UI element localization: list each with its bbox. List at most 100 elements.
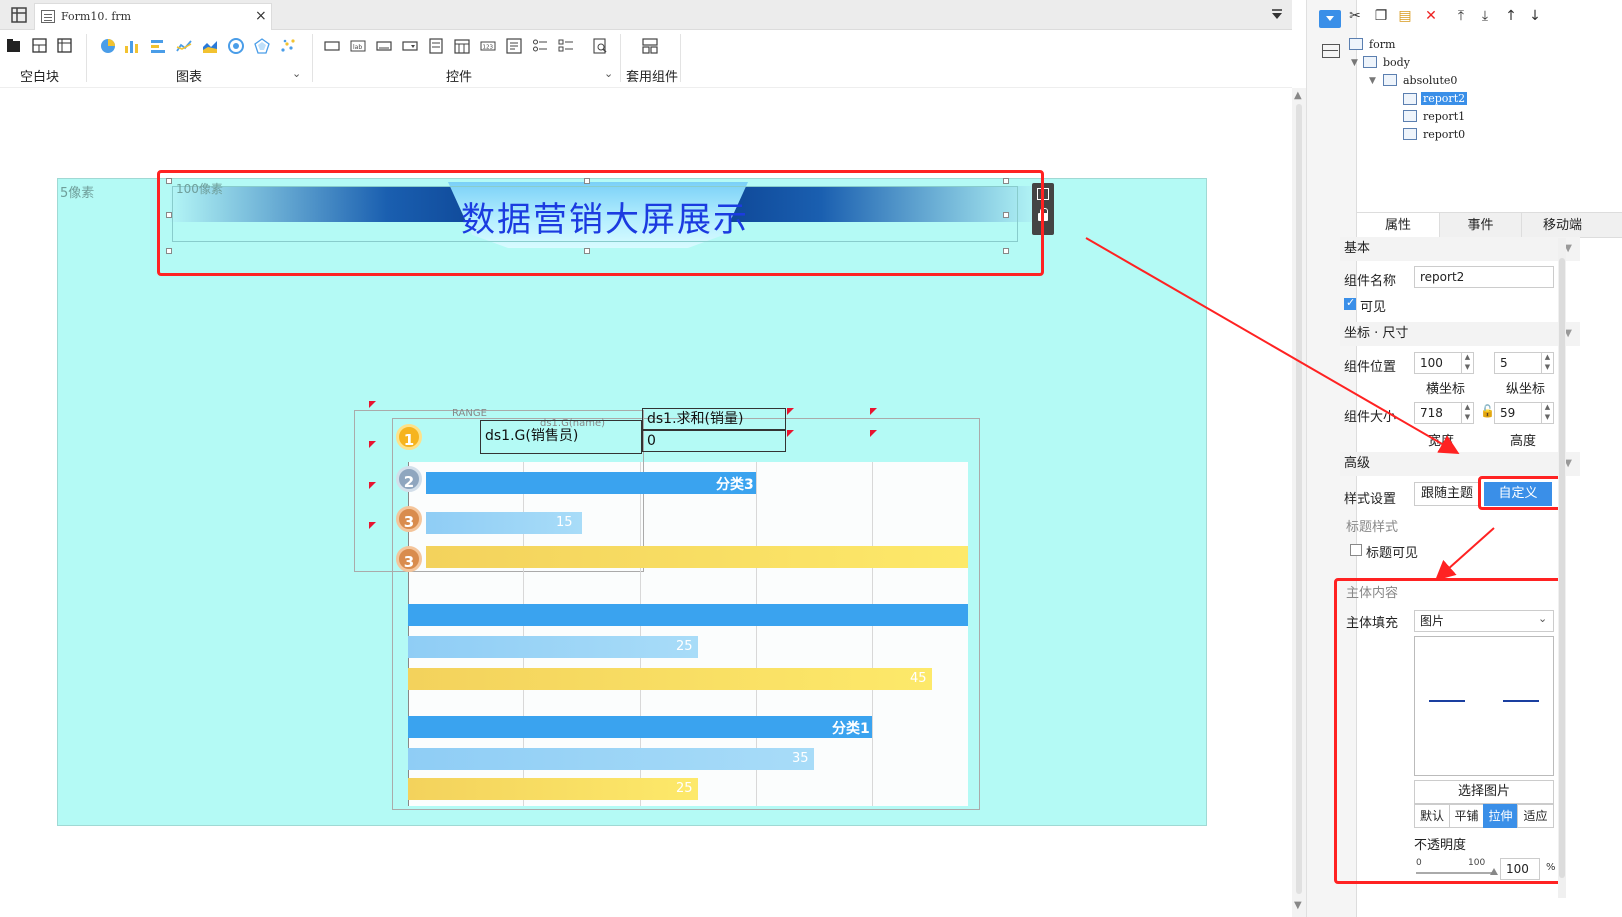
- bar-value-label: 45: [910, 671, 927, 686]
- number-control-icon[interactable]: 123: [480, 38, 496, 54]
- tree-expand-icon[interactable]: ▼: [1369, 76, 1376, 86]
- text-input-control-icon[interactable]: [376, 38, 392, 54]
- move-down-icon[interactable]: ↓: [1527, 8, 1543, 24]
- panel-scrollbar[interactable]: [1558, 238, 1566, 898]
- highlight-box-body-content: [1334, 578, 1566, 884]
- tree-item-report2[interactable]: report2: [1421, 92, 1468, 105]
- property-panel-icon[interactable]: [1319, 10, 1341, 28]
- cell-flag-icon: [787, 430, 794, 437]
- title-style-label: 标题样式: [1346, 520, 1399, 535]
- absolute-node-icon: [1383, 74, 1397, 86]
- paste-icon[interactable]: ▤: [1397, 8, 1413, 24]
- section-coords[interactable]: 坐标 · 尺寸 ▼: [1340, 322, 1580, 346]
- section-advanced-title: 高级: [1344, 456, 1371, 471]
- checkbox-group-control-icon[interactable]: [558, 38, 574, 54]
- toolbar-group-chart: 图表: [176, 70, 203, 85]
- tree-item-form[interactable]: form: [1369, 38, 1395, 51]
- follow-theme-button[interactable]: 跟随主题: [1414, 482, 1480, 506]
- chart-bar: [408, 636, 698, 658]
- canvas-scrollbar[interactable]: ▲ ▼: [1292, 88, 1306, 917]
- bar-value-label: 15: [556, 515, 573, 530]
- delete-icon[interactable]: ✕: [1423, 8, 1439, 24]
- category-label: 分类3: [716, 477, 754, 493]
- tree-item-body[interactable]: body: [1383, 56, 1410, 69]
- bar-value-label: 25: [676, 781, 693, 796]
- chart-bar: [408, 604, 968, 626]
- scroll-up-icon[interactable]: ▲: [1294, 90, 1302, 101]
- cut-icon[interactable]: ✂: [1347, 8, 1363, 24]
- scroll-down-icon[interactable]: ▼: [1294, 900, 1302, 911]
- toolbar-group-template: 套用组件: [626, 70, 679, 85]
- panel-tabs: 属性 事件 移动端: [1357, 212, 1622, 238]
- dropdown-control-icon[interactable]: [402, 38, 418, 54]
- form-node-icon: [1349, 38, 1363, 50]
- title-visible-label: 标题可见: [1366, 546, 1419, 561]
- highlight-box-banner: [157, 170, 1044, 276]
- chart-bar: [426, 546, 968, 568]
- chart-group-expand-icon[interactable]: ⌄: [292, 67, 301, 80]
- tab-events[interactable]: 事件: [1439, 213, 1521, 238]
- tab-label: Form10. frm: [61, 10, 132, 23]
- scroll-thumb[interactable]: [1296, 104, 1302, 894]
- toolbar-divider: [312, 34, 313, 82]
- horizontal-bar-chart-icon[interactable]: [150, 38, 166, 54]
- blank-block-icon[interactable]: [6, 38, 22, 54]
- tab-close-button[interactable]: ×: [255, 8, 267, 24]
- bar-chart-icon[interactable]: [124, 38, 140, 54]
- tree-item-report1[interactable]: report1: [1423, 110, 1465, 123]
- scatter-chart-icon[interactable]: [280, 38, 296, 54]
- pie-chart-icon[interactable]: [100, 38, 116, 54]
- control-group-expand-icon[interactable]: ⌄: [604, 67, 613, 80]
- copy-icon[interactable]: ❐: [1373, 8, 1389, 24]
- width-spinner[interactable]: ▲ ▼: [1461, 402, 1473, 424]
- chart-bar: [408, 716, 872, 738]
- button-control-icon[interactable]: [324, 38, 340, 54]
- calendar-control-icon[interactable]: [454, 38, 470, 54]
- aspect-lock-icon[interactable]: 🔓: [1480, 404, 1495, 418]
- component-name-input[interactable]: report2: [1414, 266, 1554, 288]
- list-control-icon[interactable]: [428, 38, 444, 54]
- template-component-icon[interactable]: [642, 38, 658, 54]
- x-spinner[interactable]: ▲ ▼: [1461, 352, 1473, 374]
- line-chart-icon[interactable]: [176, 38, 192, 54]
- cell-flag-icon: [870, 408, 877, 415]
- move-up-icon[interactable]: ↑: [1503, 8, 1519, 24]
- cell-flag-icon: [369, 482, 376, 489]
- tab-mobile[interactable]: 移动端: [1521, 213, 1603, 238]
- label-control-icon[interactable]: lab: [350, 38, 366, 54]
- report-cell-salesperson[interactable]: ds1.G(销售员): [480, 420, 642, 454]
- height-spinner[interactable]: ▲ ▼: [1541, 402, 1553, 424]
- layout-panel-icon[interactable]: [1322, 44, 1340, 58]
- radio-group-control-icon[interactable]: [532, 38, 548, 54]
- panel-scroll-thumb[interactable]: [1559, 258, 1565, 878]
- radar-chart-icon[interactable]: [254, 38, 270, 54]
- area-chart-icon[interactable]: [202, 38, 218, 54]
- tab-form10[interactable]: Form10. frm ×: [34, 3, 272, 30]
- move-bottom-icon[interactable]: ⤓: [1477, 8, 1493, 24]
- query-control-icon[interactable]: [592, 38, 608, 54]
- report-cell-value[interactable]: 0: [642, 430, 786, 452]
- tree-item-absolute0[interactable]: absolute0: [1403, 74, 1457, 87]
- table-block-icon[interactable]: [57, 38, 73, 54]
- svg-text:123: 123: [483, 45, 494, 51]
- report-node-icon: [1403, 128, 1417, 140]
- style-setting-label: 样式设置: [1344, 492, 1397, 507]
- tree-item-report0[interactable]: report0: [1423, 128, 1465, 141]
- textarea-control-icon[interactable]: [506, 38, 522, 54]
- gauge-chart-icon[interactable]: [228, 38, 244, 54]
- section-advanced[interactable]: 高级 ▼: [1340, 452, 1580, 476]
- report-cell-sales-sum[interactable]: ds1.求和(销量): [642, 408, 786, 430]
- grid-line: [872, 462, 873, 806]
- split-block-icon[interactable]: [32, 38, 48, 54]
- chart-bar: [408, 668, 932, 690]
- move-top-icon[interactable]: ⤒: [1453, 8, 1469, 24]
- title-visible-checkbox[interactable]: [1350, 544, 1362, 556]
- visible-checkbox[interactable]: [1344, 296, 1356, 310]
- tree-expand-icon[interactable]: ▼: [1351, 58, 1358, 68]
- tab-properties[interactable]: 属性: [1357, 213, 1439, 238]
- toolbar-divider: [86, 34, 87, 82]
- section-basic[interactable]: 基本 ▼: [1340, 237, 1580, 261]
- grid-menu-icon[interactable]: [10, 6, 30, 26]
- y-spinner[interactable]: ▲ ▼: [1541, 352, 1553, 374]
- tab-overflow-icon[interactable]: [1270, 8, 1284, 25]
